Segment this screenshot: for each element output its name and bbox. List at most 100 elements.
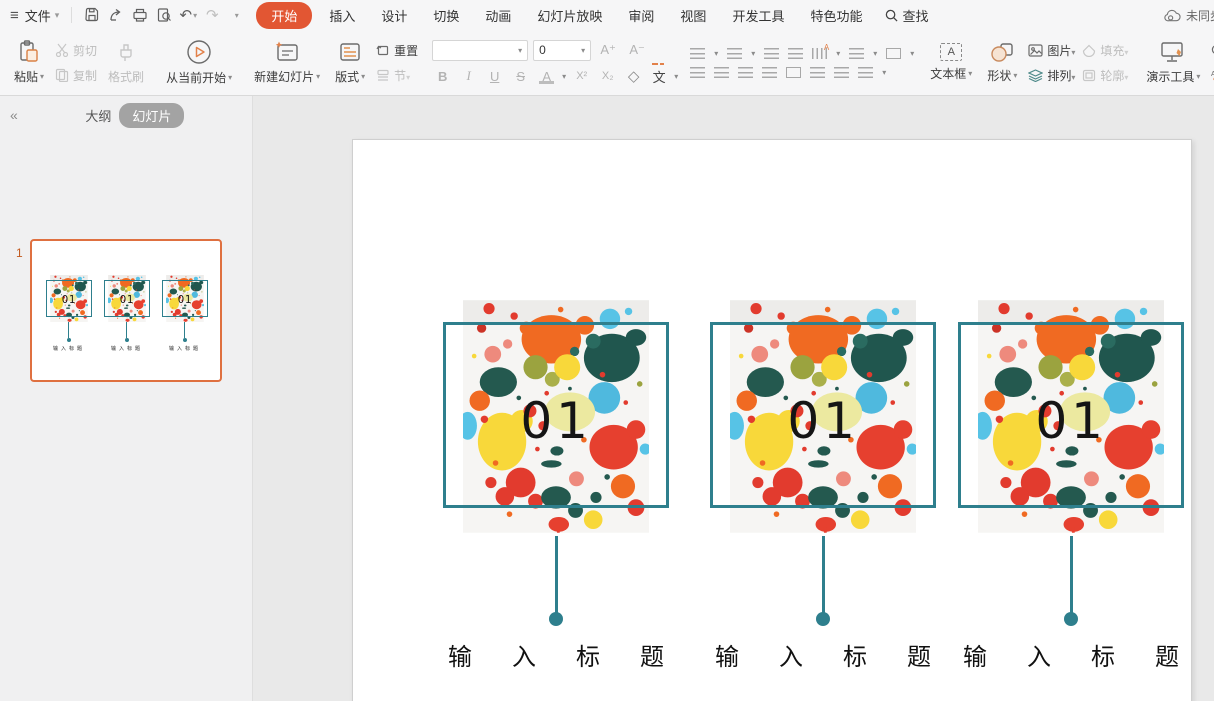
outline-button[interactable]: 轮廓▾ <box>1082 67 1128 84</box>
clipboard-group: 粘贴 ▾ 剪切 复制 格式刷 <box>4 33 154 92</box>
layout-button[interactable]: 版式 ▾ <box>331 40 369 85</box>
slide-canvas[interactable]: 输入标题 输入标题 输入标题 <box>352 139 1192 701</box>
justify-icon[interactable] <box>762 66 778 78</box>
collapse-panel-button[interactable]: « <box>10 107 18 123</box>
align-right-icon[interactable] <box>738 66 754 78</box>
section-button[interactable]: 节▾ <box>376 67 418 84</box>
increase-font-button[interactable]: A⁺ <box>596 42 620 58</box>
sync-status[interactable]: 未同步 <box>1164 0 1214 30</box>
font-group: ▾ 0 ▾ A⁺ A⁻ B I U S A ▾ X² X₂ ◇ 文 ▾ <box>426 33 684 92</box>
decrease-font-button[interactable]: A⁻ <box>625 42 649 58</box>
find-button[interactable]: 查找 <box>875 6 938 25</box>
bold-button[interactable]: B <box>432 69 453 84</box>
play-from-current-button[interactable]: 从当前开始 ▾ <box>162 39 236 86</box>
print-preview-icon[interactable] <box>152 4 176 26</box>
redo-icon[interactable]: ↷ <box>200 4 224 26</box>
export-icon[interactable] <box>104 4 128 26</box>
distribute-icon[interactable] <box>786 66 802 78</box>
slide-thumbnail[interactable]: 输入标题 输入标题 输入标题 <box>30 239 222 382</box>
print-icon[interactable] <box>128 4 152 26</box>
undo-icon[interactable]: ↶ ▾ <box>176 4 200 26</box>
text-align-options-icon[interactable] <box>886 47 902 59</box>
columns-icon[interactable] <box>810 66 826 78</box>
customize-toolbar-icon[interactable]: ▾ <box>224 4 248 26</box>
fill-button[interactable]: 填充▾ <box>1082 42 1128 59</box>
drawing-group: A 文本框 ▾ 形状 ▾ 图片▾ 排列▾ 填充▾ 轮廓▾ <box>920 33 1134 92</box>
save-icon[interactable] <box>80 4 104 26</box>
font-color-button[interactable]: A <box>536 69 557 84</box>
tab-design[interactable]: 设计 <box>368 2 420 29</box>
menu-tabs: 开始 插入 设计 切换 动画 幻灯片放映 审阅 视图 开发工具 特色功能 查找 <box>256 1 938 29</box>
layout-icon <box>340 43 360 61</box>
slide-number: 1 <box>16 246 23 260</box>
tab-special-features[interactable]: 特色功能 <box>797 2 875 29</box>
tab-developer[interactable]: 开发工具 <box>719 2 797 29</box>
copy-button[interactable]: 复制 <box>55 67 97 84</box>
connector-line <box>822 536 825 614</box>
text-direction-icon[interactable] <box>812 43 829 59</box>
cut-icon <box>55 43 69 57</box>
clear-format-button[interactable]: ◇ <box>623 67 644 85</box>
new-slide-button[interactable]: 新建幻灯片 ▾ <box>250 40 324 85</box>
tab-transitions[interactable]: 切换 <box>420 2 472 29</box>
superscript-button[interactable]: X² <box>571 70 592 82</box>
paste-icon <box>20 40 38 62</box>
slideshow-group: 从当前开始 ▾ <box>156 33 242 92</box>
arrange-button[interactable]: 排列▾ <box>1028 67 1075 84</box>
tab-animations[interactable]: 动画 <box>472 2 524 29</box>
shapes-button[interactable]: 形状 ▾ <box>983 41 1021 84</box>
line-spacing-icon[interactable] <box>849 47 865 59</box>
search-icon <box>886 9 898 22</box>
image-frame[interactable] <box>443 322 669 508</box>
tab-view[interactable]: 视图 <box>667 2 719 29</box>
tab-slideshow[interactable]: 幻灯片放映 <box>524 2 615 29</box>
increase-indent-icon[interactable] <box>788 47 804 59</box>
tab-insert[interactable]: 插入 <box>316 2 368 29</box>
tab-review[interactable]: 审阅 <box>615 2 667 29</box>
decrease-indent-icon[interactable] <box>764 47 780 59</box>
editing-canvas[interactable]: 输入标题 输入标题 输入标题 <box>253 96 1214 701</box>
item-title[interactable]: 输入标题 <box>408 637 704 672</box>
file-menu-chevron-icon[interactable]: ▾ <box>55 10 60 21</box>
picture-icon <box>1028 43 1043 57</box>
image-frame[interactable] <box>958 322 1184 508</box>
image-frame[interactable] <box>710 322 936 508</box>
paragraph-spacing-icon[interactable] <box>858 66 874 78</box>
file-menu[interactable]: 文件 <box>25 6 51 25</box>
fill-icon <box>1083 44 1096 57</box>
reset-button[interactable]: 重置 <box>376 42 418 59</box>
cut-button[interactable]: 剪切 <box>55 42 97 59</box>
item-title[interactable]: 输入标题 <box>923 637 1214 672</box>
bullets-icon[interactable] <box>690 47 706 59</box>
strikethrough-button[interactable]: S <box>510 69 531 84</box>
phonetic-chevron-icon[interactable]: ▾ <box>674 72 678 81</box>
connector-dot <box>549 612 563 626</box>
outline-icon <box>1083 69 1096 81</box>
tab-home[interactable]: 开始 <box>256 1 313 29</box>
align-center-icon[interactable] <box>714 66 730 78</box>
underline-button[interactable]: U <box>484 69 505 84</box>
subscript-button[interactable]: X₂ <box>597 70 618 82</box>
play-icon <box>187 40 211 64</box>
textbox-button[interactable]: A 文本框 ▾ <box>926 43 976 82</box>
ribbon: 粘贴 ▾ 剪切 复制 格式刷 从当前开始 ▾ 新建幻灯片 ▾ 版式 ▾ 重置 节… <box>0 30 1214 96</box>
font-color-chevron-icon[interactable]: ▾ <box>562 72 566 81</box>
hamburger-menu-icon[interactable]: ≡ <box>10 7 19 24</box>
paragraph-indent-icon[interactable] <box>834 66 850 78</box>
numbering-icon[interactable] <box>727 47 743 59</box>
tab-slides[interactable]: 幻灯片 <box>119 102 185 128</box>
format-painter-button[interactable]: 格式刷 <box>104 40 148 85</box>
italic-button[interactable]: I <box>458 68 479 84</box>
shapes-icon <box>991 43 1014 62</box>
thumbnail-item: 输入标题 <box>46 275 92 363</box>
font-name-combo[interactable]: ▾ <box>432 39 529 61</box>
paste-button[interactable]: 粘贴 ▾ <box>10 40 48 85</box>
presentation-tools-button[interactable]: 演示工具 ▾ <box>1142 40 1204 85</box>
font-size-combo[interactable]: 0 ▾ <box>533 39 592 61</box>
phonetic-guide-button[interactable]: 文 <box>649 62 669 86</box>
picture-button[interactable]: 图片▾ <box>1028 42 1075 59</box>
divider <box>71 7 73 23</box>
sync-label: 未同步 <box>1185 8 1214 23</box>
align-left-icon[interactable] <box>690 66 706 78</box>
tab-outline[interactable]: 大纲 <box>85 106 111 125</box>
